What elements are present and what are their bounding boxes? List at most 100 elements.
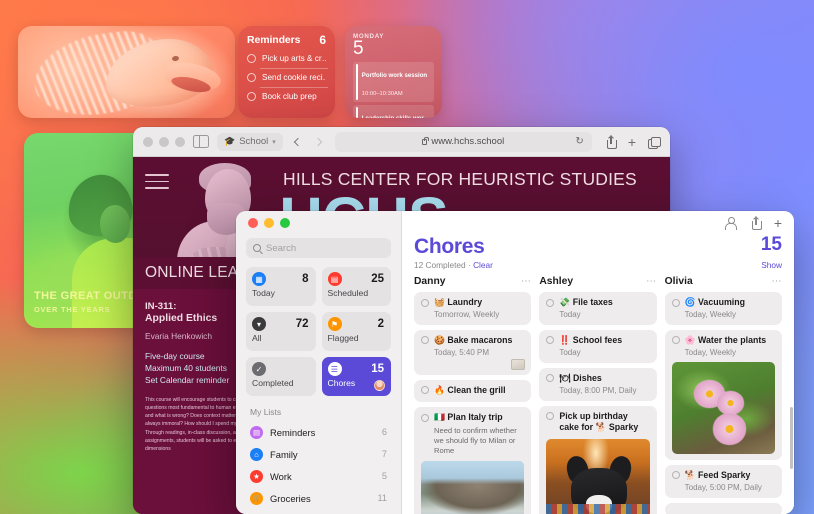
close-button[interactable] [143,136,153,147]
checkbox-circle-icon[interactable] [247,54,256,63]
minimize-button[interactable] [264,218,274,228]
desktop-background: Reminders 6 Pick up arts & cr… Send cook… [0,0,814,514]
photo-widget[interactable] [18,26,235,118]
checkbox-circle-icon[interactable] [247,73,256,82]
checkbox-circle-icon[interactable] [671,471,680,480]
reminders-widget[interactable]: Reminders 6 Pick up arts & cr… Send cook… [238,26,335,118]
close-button[interactable] [248,218,258,228]
task-photo-flowers[interactable] [671,361,775,454]
list-count: 11 [377,493,387,503]
sidebar-item-reminders[interactable]: ▤ Reminders 6 [246,421,391,443]
task-photo-greece[interactable] [421,461,525,514]
new-tab-icon[interactable]: + [628,135,636,149]
lock-icon [422,136,429,145]
task-subtitle: Today [559,309,581,319]
smart-list-today[interactable]: ▦ 8 Today [246,267,316,306]
task-title: 🇮🇹 Plan Italy trip [434,412,503,423]
table-row[interactable]: Pick up birthday cake for 🐕 Sparky [539,405,657,514]
show-completed-button[interactable]: Show [761,260,782,270]
reload-icon[interactable]: ↻ [575,136,583,147]
table-row[interactable]: 💸 File taxes Today [539,292,657,325]
calendar-widget[interactable]: MONDAY 5 Portfolio work session 10:00–10… [345,26,442,118]
reminders-widget-item[interactable]: Pick up arts & cr… [238,49,335,68]
task-photo-dog[interactable] [546,438,650,514]
share-icon[interactable] [606,136,617,149]
list-count: 6 [381,427,387,437]
clear-button[interactable]: Clear [473,260,493,270]
maximize-button[interactable] [175,136,185,147]
task-attachment-thumbnail[interactable] [511,358,526,370]
column-olivia: Olivia ⋯ 🌀 Vacuuming Today, Weekly 🌸 Wat… [664,276,782,514]
afghan-hound-photo [18,26,235,118]
column-menu-icon[interactable]: ⋯ [521,276,532,287]
sidebar-toggle-icon[interactable] [193,135,209,148]
window-traffic-lights[interactable] [143,136,185,147]
checkbox-circle-icon[interactable] [247,92,256,101]
calendar-event[interactable]: Leadership skills wor… 11AM–12PM [353,104,434,118]
profile-label: School [239,136,269,147]
table-row[interactable]: 🧺 Laundry Tomorrow, Weekly [414,292,532,325]
smart-list-chores[interactable]: ☰ 15 Chores [321,357,391,396]
task-subtitle: Today, 5:00 PM, Daily [684,482,762,492]
table-row[interactable]: 🌀 Vacuuming Today, Weekly [664,292,782,325]
reminders-widget-item[interactable]: Send cookie reci… [238,68,335,87]
list-label: Reminders [270,426,316,438]
table-row[interactable]: 🔥 Clean the grill [414,379,532,403]
list-label: Groceries [270,492,311,504]
checkbox-circle-icon[interactable] [421,336,429,345]
column-menu-icon[interactable]: ⋯ [646,276,657,287]
smart-list-flagged[interactable]: ⚑ 2 Flagged [321,312,391,351]
graduation-cap-icon: 🎓 [224,136,236,146]
calendar-icon: ▦ [252,272,266,286]
sidebar-item-camping-trip[interactable]: ▲ Camping Trip 4 [246,509,391,514]
reminders-window-controls[interactable] [246,211,391,235]
profile-switcher[interactable]: 🎓 School ▾ [217,132,283,151]
checkbox-circle-icon[interactable] [671,336,680,345]
back-icon[interactable] [293,137,303,146]
smart-list-completed[interactable]: ✓ Completed [246,357,316,396]
column-menu-icon[interactable]: ⋯ [771,276,782,287]
reminders-main-panel: + Chores 15 12 Completed · Clear Show Da… [402,211,794,514]
checkbox-circle-icon[interactable] [671,298,680,307]
reminders-app-window[interactable]: Search ▦ 8 Today ▤ 25 Scheduled ▾ 72 All… [236,211,794,514]
smart-list-all[interactable]: ▾ 72 All [246,312,316,351]
share-icon[interactable] [751,217,762,230]
smart-list-label: Completed [252,378,294,388]
checkbox-circle-icon[interactable] [546,298,555,307]
column-title: Olivia [664,276,693,287]
checkbox-circle-icon[interactable] [421,298,429,307]
hamburger-menu-icon[interactable] [145,174,169,194]
table-row[interactable]: 🌸 Water the plants Today, Weekly [664,329,782,460]
address-bar[interactable]: www.hchs.school ↻ [334,131,592,152]
checkbox-circle-icon[interactable] [421,386,429,395]
task-note: Need to confirm whether we should fly to… [434,425,517,456]
reminders-widget-item[interactable]: Book club prep [238,87,335,106]
table-row[interactable]: 🍪 Bake macarons Today, 5:40 PM [414,329,532,375]
tab-overview-icon[interactable] [648,136,661,149]
checkbox-circle-icon[interactable] [546,374,555,383]
add-person-icon[interactable] [725,217,738,230]
checkbox-circle-icon[interactable] [546,336,555,345]
sidebar-item-family[interactable]: ⌂ Family 7 [246,443,391,465]
smart-list-scheduled[interactable]: ▤ 25 Scheduled [321,267,391,306]
checkbox-circle-icon[interactable] [546,412,555,421]
table-row[interactable]: 🍽 Dishes Today, 8:00 PM, Daily [539,367,657,401]
table-row[interactable]: ‼️ School fees Today [539,329,657,363]
table-row[interactable]: 🇮🇹 Plan Italy trip Need to confirm wheth… [414,407,532,514]
scrollbar[interactable] [789,407,793,469]
minimize-button[interactable] [159,136,169,147]
maximize-button[interactable] [280,218,290,228]
sidebar-item-groceries[interactable]: 🛒 Groceries 11 [246,487,391,509]
nav-buttons[interactable] [293,137,323,146]
calendar-event[interactable]: Portfolio work session 10:00–10:30AM [353,61,434,102]
add-reminder-icon[interactable]: + [774,216,782,230]
search-placeholder: Search [266,242,297,254]
table-row[interactable] [664,502,782,514]
search-input[interactable]: Search [246,238,391,258]
sidebar-item-work[interactable]: ★ Work 5 [246,465,391,487]
task-title: 🌸 Water the plants [684,334,767,345]
table-row[interactable]: 🐕 Feed Sparky Today, 5:00 PM, Daily [664,464,782,498]
checkbox-circle-icon[interactable] [421,413,429,422]
list-icon: ☰ [327,362,342,376]
task-title: 💸 File taxes [559,297,613,307]
